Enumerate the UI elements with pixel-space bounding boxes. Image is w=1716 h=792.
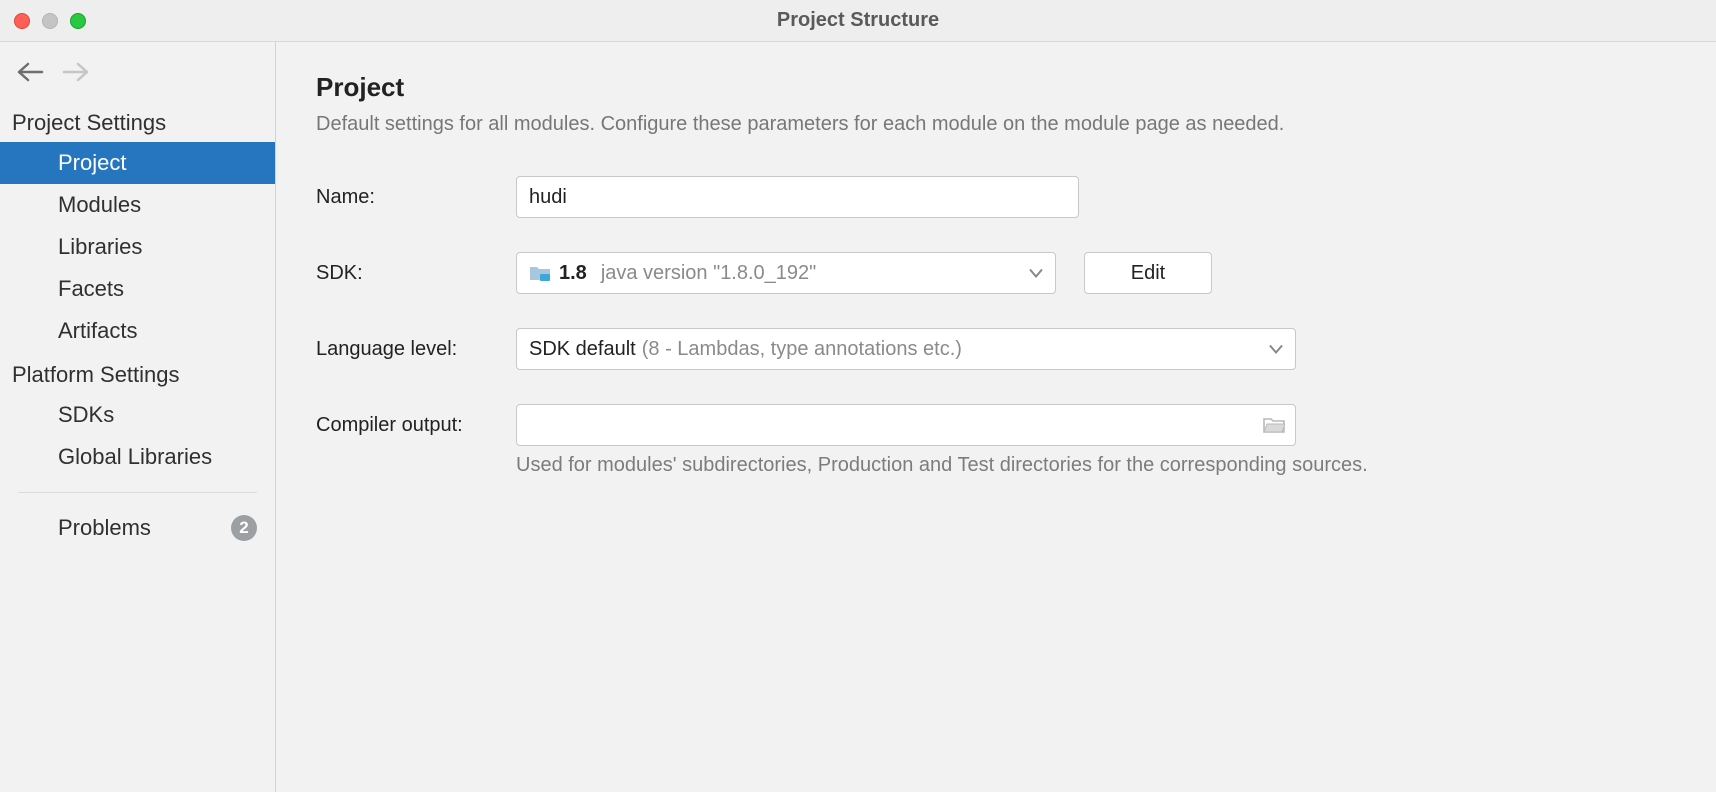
sidebar-item-project[interactable]: Project bbox=[0, 142, 275, 184]
sidebar-item-artifacts[interactable]: Artifacts bbox=[0, 310, 275, 352]
language-level-detail: (8 - Lambdas, type annotations etc.) bbox=[642, 338, 962, 361]
titlebar: Project Structure bbox=[0, 0, 1716, 42]
window-title: Project Structure bbox=[777, 9, 939, 32]
compiler-output-row: Compiler output: bbox=[316, 404, 1676, 446]
sidebar-group-project-settings: Project Settings bbox=[0, 100, 275, 142]
page-description: Default settings for all modules. Config… bbox=[316, 113, 1676, 136]
sidebar-item-label: Project bbox=[58, 150, 126, 176]
sidebar-item-sdks[interactable]: SDKs bbox=[0, 394, 275, 436]
language-level-value: SDK default bbox=[529, 338, 636, 361]
back-arrow-icon[interactable] bbox=[16, 62, 44, 82]
language-level-label: Language level: bbox=[316, 338, 516, 361]
sidebar-item-label: Modules bbox=[58, 192, 141, 218]
sidebar-group-platform-settings: Platform Settings bbox=[0, 352, 275, 394]
page-title: Project bbox=[316, 72, 1676, 103]
chevron-down-icon bbox=[1029, 262, 1043, 285]
project-structure-window: Project Structure Project Settings Proje… bbox=[0, 0, 1716, 792]
sidebar-item-label: SDKs bbox=[58, 402, 114, 428]
sidebar-item-global-libraries[interactable]: Global Libraries bbox=[0, 436, 275, 478]
forward-arrow-icon bbox=[62, 62, 90, 82]
main-panel: Project Default settings for all modules… bbox=[276, 42, 1716, 792]
sidebar-item-label: Artifacts bbox=[58, 318, 137, 344]
sidebar-item-label: Problems bbox=[58, 515, 151, 541]
project-name-input[interactable] bbox=[516, 176, 1079, 218]
sidebar-item-problems[interactable]: Problems 2 bbox=[0, 507, 275, 549]
compiler-output-label: Compiler output: bbox=[316, 414, 516, 437]
maximize-window-button[interactable] bbox=[70, 13, 86, 29]
language-level-select[interactable]: SDK default (8 - Lambdas, type annotatio… bbox=[516, 328, 1296, 370]
minimize-window-button[interactable] bbox=[42, 13, 58, 29]
sidebar-divider bbox=[18, 492, 257, 493]
sidebar-item-facets[interactable]: Facets bbox=[0, 268, 275, 310]
name-row: Name: bbox=[316, 176, 1676, 218]
nav-arrows bbox=[0, 52, 275, 100]
problems-count-badge: 2 bbox=[231, 515, 257, 541]
sdk-label: SDK: bbox=[316, 262, 516, 285]
language-level-row: Language level: SDK default (8 - Lambdas… bbox=[316, 328, 1676, 370]
compiler-output-helper: Used for modules' subdirectories, Produc… bbox=[516, 454, 1676, 477]
sdk-row: SDK: 1.8 java version "1.8.0_192" Edit bbox=[316, 252, 1676, 294]
compiler-output-input[interactable] bbox=[516, 404, 1296, 446]
sdk-edit-button[interactable]: Edit bbox=[1084, 252, 1212, 294]
close-window-button[interactable] bbox=[14, 13, 30, 29]
sdk-select[interactable]: 1.8 java version "1.8.0_192" bbox=[516, 252, 1056, 294]
sidebar-item-label: Global Libraries bbox=[58, 444, 212, 470]
jdk-folder-icon bbox=[529, 264, 551, 282]
sdk-version: 1.8 bbox=[559, 262, 587, 285]
name-label: Name: bbox=[316, 186, 516, 209]
sidebar-item-label: Facets bbox=[58, 276, 124, 302]
sidebar-item-libraries[interactable]: Libraries bbox=[0, 226, 275, 268]
window-body: Project Settings Project Modules Librari… bbox=[0, 42, 1716, 792]
chevron-down-icon bbox=[1269, 338, 1283, 361]
browse-folder-icon[interactable] bbox=[1263, 416, 1285, 434]
sidebar-item-modules[interactable]: Modules bbox=[0, 184, 275, 226]
traffic-lights bbox=[14, 13, 86, 29]
sdk-detail: java version "1.8.0_192" bbox=[601, 262, 816, 285]
sidebar-item-label: Libraries bbox=[58, 234, 142, 260]
sidebar: Project Settings Project Modules Librari… bbox=[0, 42, 276, 792]
